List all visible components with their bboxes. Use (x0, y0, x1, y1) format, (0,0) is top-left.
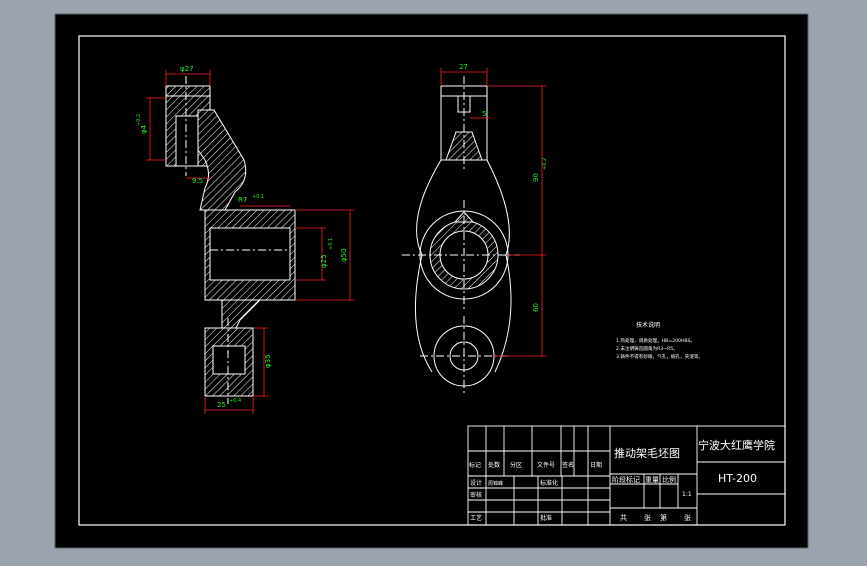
hub-bore (209, 227, 291, 281)
designer-name: 周锦峰 (488, 480, 503, 487)
drawing-title: 推动架毛坯图 (614, 446, 680, 460)
school-name: 宁波大红鹰学院 (698, 438, 775, 452)
stage-mark: 阶段标记 (612, 475, 640, 484)
dim-front-lower: 60 (532, 303, 540, 312)
row-standard: 标准化 (540, 479, 558, 487)
dim-side-bore-label: R7 (238, 196, 247, 204)
col-date: 日期 (590, 461, 602, 469)
dim-side-top-width: φ27 (180, 65, 194, 73)
notes-line-2: 2.未注明铸造圆角为R3~R5。 (616, 345, 678, 352)
dim-side-bore-tol: +0.1 (252, 194, 264, 200)
col-doc: 文件号 (537, 461, 555, 469)
scale-label: 比例 (662, 475, 676, 484)
sheet-no-label: 第 (660, 513, 667, 522)
dim-side-top-tol-upper: +0.2 (136, 114, 142, 126)
notes-line-3: 3.铸件不得有砂眼，气孔，缩孔，夹渣等。 (616, 353, 703, 360)
top-boss-bore (175, 115, 199, 167)
col-count: 处数 (488, 461, 500, 469)
scale-value: 1:1 (682, 491, 692, 498)
dim-side-bore-diameter: φ25 (320, 254, 328, 268)
col-sign: 签名 (562, 461, 574, 469)
row-design: 设计 (470, 479, 482, 487)
dim-side-bottom-width: 25 (217, 401, 226, 409)
material: HT-200 (718, 472, 757, 485)
dim-front-height-tol: +0.2 (542, 158, 548, 170)
cad-drawing: φ27 φ4 +0.2 9.5 R7 +0.1 φ25 +0.1 φ50 φ35… (54, 13, 809, 549)
dim-side-bottom-height: φ35 (264, 354, 272, 368)
notes-line-1: 1.热处理，调质处理，HB=200HBS。 (616, 337, 695, 344)
dim-front-top-width: 27 (459, 63, 468, 71)
weight-label: 重量 (645, 476, 659, 484)
dim-side-offset: 9.5 (192, 177, 203, 185)
row-review: 审核 (470, 491, 482, 499)
dim-side-bore-dia-tol: +0.1 (328, 238, 334, 250)
dim-side-bottom-tol: +0.4 (229, 398, 241, 404)
dim-side-outer-diameter: φ50 (340, 248, 348, 262)
bottom-boss-bore (212, 345, 246, 375)
notes-heading: 技术说明 (636, 321, 660, 329)
sheet-unit-label: 张 (684, 513, 691, 522)
col-zone: 分区 (510, 461, 522, 469)
sheets-unit-label: 张 (644, 513, 651, 522)
sheets-total-label: 共 (620, 513, 627, 522)
row-approve: 批准 (540, 514, 552, 522)
row-process: 工艺 (470, 514, 482, 522)
drawing-canvas: φ27 φ4 +0.2 9.5 R7 +0.1 φ25 +0.1 φ50 φ35… (0, 0, 867, 562)
col-mark: 标记 (469, 461, 481, 469)
dim-front-height: 90 (532, 173, 540, 182)
dim-front-slot: 5 (482, 110, 486, 118)
